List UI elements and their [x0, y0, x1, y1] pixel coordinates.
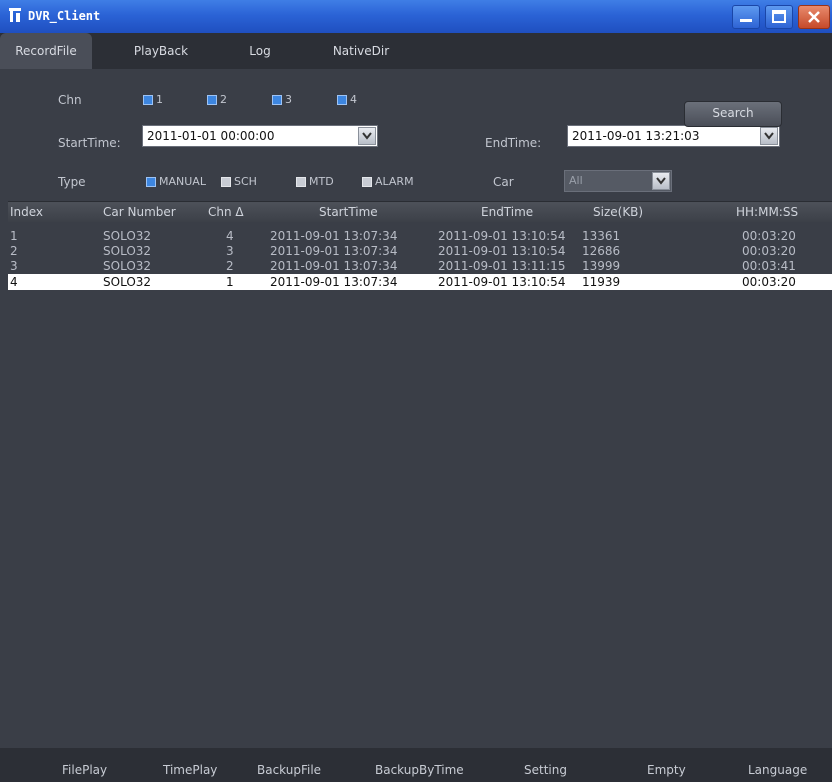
- row-car: SOLO32: [103, 259, 152, 273]
- row-start: 2011-09-01 13:07:34: [270, 259, 398, 273]
- type-sch-label: SCH: [234, 175, 257, 188]
- car-label: Car: [493, 175, 514, 189]
- row-chn: 4: [226, 229, 234, 243]
- type-mtd-label: MTD: [309, 175, 334, 188]
- tab-playback[interactable]: PlayBack: [125, 33, 197, 69]
- menu-bar: RecordFile PlayBack Log NativeDir: [0, 33, 832, 69]
- app-icon: [9, 8, 21, 22]
- type-alarm-label: ALARM: [375, 175, 414, 188]
- tab-recordfile[interactable]: RecordFile: [0, 33, 92, 69]
- filter-panel: Chn 1 2 3 4 StartTime: 2011-01-01 00:00:…: [0, 69, 832, 201]
- row-duration: 00:03:20: [742, 244, 796, 258]
- channel-1-label: 1: [156, 93, 163, 106]
- type-sch-checkbox[interactable]: SCH: [221, 175, 257, 188]
- backupfile-button[interactable]: BackupFile: [257, 763, 321, 777]
- close-icon: [808, 11, 820, 23]
- row-start: 2011-09-01 13:07:34: [270, 244, 398, 258]
- row-index: 3: [10, 259, 18, 273]
- maximize-icon: [772, 10, 786, 23]
- row-chn: 1: [226, 275, 234, 289]
- table-row[interactable]: 2 SOLO32 3 2011-09-01 13:07:34 2011-09-0…: [8, 243, 832, 259]
- title-bar: DVR_Client: [0, 0, 832, 33]
- type-mtd-checkbox[interactable]: MTD: [296, 175, 334, 188]
- col-index[interactable]: Index: [10, 205, 43, 219]
- row-index: 1: [10, 229, 18, 243]
- close-button[interactable]: [798, 5, 830, 29]
- row-size: 13999: [582, 259, 621, 273]
- window-title: DVR_Client: [28, 9, 101, 23]
- table-row-selected[interactable]: 4 SOLO32 1 2011-09-01 13:07:34 2011-09-0…: [8, 274, 832, 290]
- table-row[interactable]: 1 SOLO32 4 2011-09-01 13:07:34 2011-09-0…: [8, 228, 832, 244]
- channel-2-checkbox[interactable]: 2: [207, 93, 227, 106]
- maximize-button[interactable]: [765, 5, 793, 29]
- col-chn[interactable]: Chn Δ: [208, 205, 244, 219]
- row-size: 13361: [582, 229, 621, 243]
- fileplay-button[interactable]: FilePlay: [62, 763, 107, 777]
- row-size: 12686: [582, 244, 621, 258]
- language-button[interactable]: Language: [748, 763, 807, 777]
- chevron-down-icon: [656, 177, 666, 185]
- row-duration: 00:03:20: [742, 229, 796, 243]
- end-time-label: EndTime:: [485, 136, 542, 150]
- start-time-label: StartTime:: [58, 136, 121, 150]
- row-end: 2011-09-01 13:11:15: [438, 259, 566, 273]
- col-car-number[interactable]: Car Number: [103, 205, 176, 219]
- channel-2-label: 2: [220, 93, 227, 106]
- chn-label: Chn: [58, 93, 82, 107]
- type-label: Type: [58, 175, 86, 189]
- col-endtime[interactable]: EndTime: [481, 205, 533, 219]
- record-table: Index Car Number Chn Δ StartTime EndTime…: [8, 201, 832, 742]
- end-time-field[interactable]: 2011-09-01 13:21:03: [567, 125, 780, 147]
- channel-4-label: 4: [350, 93, 357, 106]
- channel-3-label: 3: [285, 93, 292, 106]
- col-duration[interactable]: HH:MM:SS: [736, 205, 798, 219]
- row-car: SOLO32: [103, 244, 152, 258]
- table-header: Index Car Number Chn Δ StartTime EndTime…: [8, 202, 832, 222]
- tab-nativedir[interactable]: NativeDir: [325, 33, 397, 69]
- minimize-button[interactable]: [732, 5, 760, 29]
- chevron-down-icon: [764, 132, 774, 140]
- row-end: 2011-09-01 13:10:54: [438, 229, 566, 243]
- table-row[interactable]: 3 SOLO32 2 2011-09-01 13:07:34 2011-09-0…: [8, 258, 832, 274]
- start-time-dropdown[interactable]: [358, 127, 376, 145]
- channel-1-checkbox[interactable]: 1: [143, 93, 163, 106]
- row-start: 2011-09-01 13:07:34: [270, 229, 398, 243]
- sort-ascending-icon: Δ: [235, 205, 244, 219]
- timeplay-button[interactable]: TimePlay: [163, 763, 217, 777]
- start-time-field[interactable]: 2011-01-01 00:00:00: [142, 125, 378, 147]
- row-car: SOLO32: [103, 275, 152, 289]
- type-manual-label: MANUAL: [159, 175, 206, 188]
- row-chn: 2: [226, 259, 234, 273]
- empty-button[interactable]: Empty: [647, 763, 686, 777]
- tab-log[interactable]: Log: [240, 33, 280, 69]
- backupbytime-button[interactable]: BackupByTime: [375, 763, 464, 777]
- row-end: 2011-09-01 13:10:54: [438, 275, 566, 289]
- row-duration: 00:03:41: [742, 259, 796, 273]
- col-starttime[interactable]: StartTime: [319, 205, 378, 219]
- row-car: SOLO32: [103, 229, 152, 243]
- search-button[interactable]: Search: [684, 101, 782, 127]
- col-size[interactable]: Size(KB): [593, 205, 643, 219]
- type-alarm-checkbox[interactable]: ALARM: [362, 175, 414, 188]
- row-index: 4: [10, 275, 18, 289]
- setting-button[interactable]: Setting: [524, 763, 567, 777]
- type-manual-checkbox[interactable]: MANUAL: [146, 175, 206, 188]
- row-start: 2011-09-01 13:07:34: [270, 275, 398, 289]
- row-end: 2011-09-01 13:10:54: [438, 244, 566, 258]
- channel-4-checkbox[interactable]: 4: [337, 93, 357, 106]
- row-size: 11939: [582, 275, 621, 289]
- channel-3-checkbox[interactable]: 3: [272, 93, 292, 106]
- row-index: 2: [10, 244, 18, 258]
- bottom-toolbar: FilePlay TimePlay BackupFile BackupByTim…: [0, 748, 832, 782]
- end-time-dropdown[interactable]: [760, 127, 778, 145]
- row-duration: 00:03:20: [742, 275, 796, 289]
- car-dropdown[interactable]: [652, 172, 670, 190]
- chevron-down-icon: [362, 132, 372, 140]
- minimize-icon: [740, 19, 752, 22]
- row-chn: 3: [226, 244, 234, 258]
